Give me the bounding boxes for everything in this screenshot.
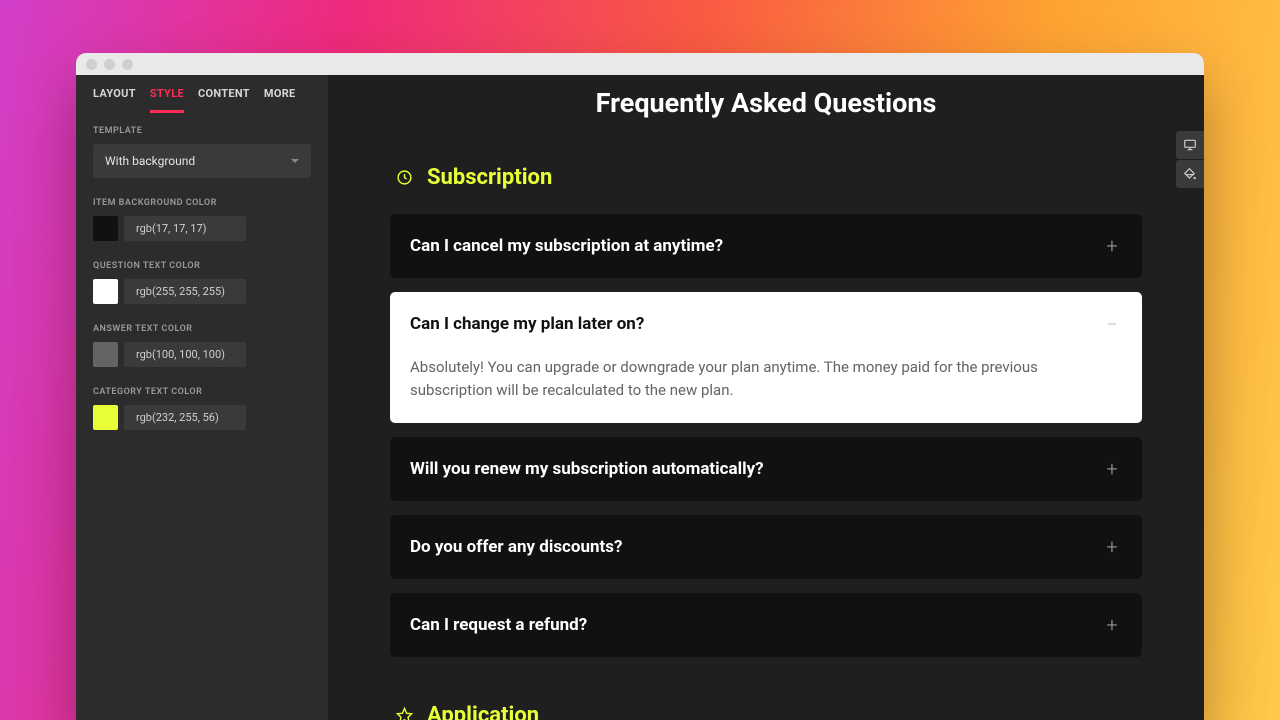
preview-inner: Frequently Asked Questions Subscription … [328,75,1204,720]
category-application: Application [390,703,1142,720]
template-label: TEMPLATE [93,126,311,136]
tab-more[interactable]: MORE [264,87,296,112]
item-bg-label: ITEM BACKGROUND COLOR [93,198,311,208]
faq-item: Can I change my plan later on? − Absolut… [390,292,1142,423]
faq-question-text: Can I change my plan later on? [410,314,644,334]
tab-style[interactable]: STYLE [150,87,184,113]
window-minimize-dot[interactable] [104,59,115,70]
answer-color-label: ANSWER TEXT COLOR [93,324,311,334]
window-maximize-dot[interactable] [122,59,133,70]
answer-value[interactable]: rgb(100, 100, 100) [124,342,246,367]
template-select-value: With background [105,154,195,168]
faq-answer: Absolutely! You can upgrade or downgrade… [390,356,1142,423]
tab-layout[interactable]: LAYOUT [93,87,136,112]
item-bg-field: ITEM BACKGROUND COLOR rgb(17, 17, 17) [93,198,311,241]
tab-content[interactable]: CONTENT [198,87,250,112]
faq-content: Subscription Can I cancel my subscriptio… [390,165,1142,720]
sidebar-content: TEMPLATE With background ITEM BACKGROUND… [76,112,328,450]
plus-icon: + [1102,615,1122,635]
app-body: LAYOUT STYLE CONTENT MORE TEMPLATE With … [76,75,1204,720]
answer-color-row: rgb(100, 100, 100) [93,342,311,367]
category-color-field: CATEGORY TEXT COLOR rgb(232, 255, 56) [93,387,311,430]
plus-icon: + [1102,537,1122,557]
faq-item: Do you offer any discounts? + [390,515,1142,579]
preview-pane: Frequently Asked Questions Subscription … [328,75,1204,720]
faq-question-text: Will you renew my subscription automatic… [410,459,764,479]
question-color-label: QUESTION TEXT COLOR [93,261,311,271]
chevron-down-icon [291,159,299,163]
category-subscription-label: Subscription [427,165,552,190]
plus-icon: + [1102,236,1122,256]
faq-item: Will you renew my subscription automatic… [390,437,1142,501]
plus-icon: + [1102,459,1122,479]
category-color-label: CATEGORY TEXT COLOR [93,387,311,397]
template-select[interactable]: With background [93,144,311,178]
faq-question[interactable]: Will you renew my subscription automatic… [390,437,1142,501]
window-close-dot[interactable] [86,59,97,70]
faq-item: Can I cancel my subscription at anytime?… [390,214,1142,278]
faq-question[interactable]: Can I change my plan later on? − [390,292,1142,356]
titlebar [76,53,1204,75]
question-swatch[interactable] [93,279,118,304]
app-window: LAYOUT STYLE CONTENT MORE TEMPLATE With … [76,53,1204,720]
item-bg-color-row: rgb(17, 17, 17) [93,216,311,241]
clock-icon [396,169,413,186]
sidebar-tabs: LAYOUT STYLE CONTENT MORE [76,75,328,112]
category-application-label: Application [427,703,539,720]
question-value[interactable]: rgb(255, 255, 255) [124,279,246,304]
question-color-row: rgb(255, 255, 255) [93,279,311,304]
faq-question-text: Can I request a refund? [410,615,587,635]
answer-color-field: ANSWER TEXT COLOR rgb(100, 100, 100) [93,324,311,367]
category-swatch[interactable] [93,405,118,430]
category-value[interactable]: rgb(232, 255, 56) [124,405,246,430]
faq-question-text: Do you offer any discounts? [410,537,623,557]
category-subscription: Subscription [390,165,1142,190]
minus-icon: − [1102,314,1122,334]
star-icon [396,707,413,720]
item-bg-swatch[interactable] [93,216,118,241]
answer-swatch[interactable] [93,342,118,367]
template-field: TEMPLATE With background [93,126,311,178]
sidebar: LAYOUT STYLE CONTENT MORE TEMPLATE With … [76,75,328,720]
faq-question[interactable]: Can I cancel my subscription at anytime?… [390,214,1142,278]
faq-question[interactable]: Can I request a refund? + [390,593,1142,657]
faq-question[interactable]: Do you offer any discounts? + [390,515,1142,579]
faq-item: Can I request a refund? + [390,593,1142,657]
faq-question-text: Can I cancel my subscription at anytime? [410,236,723,256]
category-color-row: rgb(232, 255, 56) [93,405,311,430]
item-bg-value[interactable]: rgb(17, 17, 17) [124,216,246,241]
question-color-field: QUESTION TEXT COLOR rgb(255, 255, 255) [93,261,311,304]
faq-title: Frequently Asked Questions [328,87,1204,119]
